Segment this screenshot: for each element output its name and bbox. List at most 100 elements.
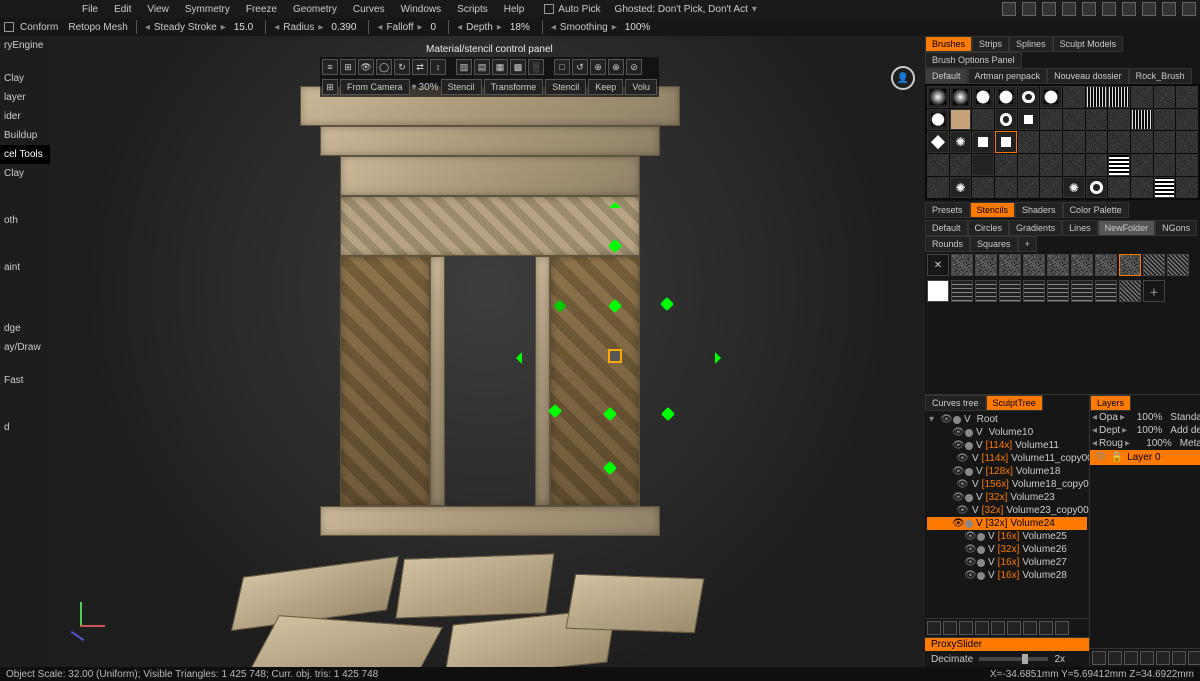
- vp-icon[interactable]: ▩: [510, 59, 526, 75]
- stencil-button[interactable]: Stencil: [441, 79, 482, 95]
- tool-item[interactable]: [0, 291, 50, 305]
- tree-tool-icon[interactable]: [1055, 621, 1069, 635]
- tool-item[interactable]: Clay: [0, 69, 50, 88]
- stencil-swatch-selected[interactable]: [1119, 254, 1141, 276]
- topicon-5[interactable]: [1082, 2, 1096, 16]
- tool-item[interactable]: ider: [0, 107, 50, 126]
- vp-icon[interactable]: ░: [528, 59, 544, 75]
- brush-swatch[interactable]: [927, 131, 949, 153]
- autopick-checkbox[interactable]: Auto Pick: [544, 4, 600, 15]
- vp-grid-icon[interactable]: ⊞: [322, 79, 338, 95]
- stencil-swatch[interactable]: [975, 254, 997, 276]
- tree-node[interactable]: ▾👁V Root: [927, 413, 1087, 426]
- brush-swatch[interactable]: [1018, 154, 1040, 176]
- brush-swatch[interactable]: [1131, 86, 1153, 108]
- panel-tab[interactable]: Strips: [972, 36, 1009, 52]
- avatar-icon[interactable]: 👤: [891, 66, 915, 90]
- menu-view[interactable]: View: [139, 2, 177, 17]
- layer-tool-icon[interactable]: [1140, 651, 1154, 665]
- brush-swatch[interactable]: [1108, 177, 1130, 199]
- falloff-value[interactable]: 0: [427, 22, 441, 33]
- lock-icon[interactable]: 🔒: [1111, 452, 1123, 463]
- brush-swatch[interactable]: [995, 109, 1017, 131]
- tool-item[interactable]: oth: [0, 211, 50, 230]
- topicon-9[interactable]: [1162, 2, 1176, 16]
- tool-item[interactable]: Clay: [0, 164, 50, 183]
- pack-tab[interactable]: Rock_Brush: [1129, 68, 1192, 84]
- stencil-swatch[interactable]: [1143, 254, 1165, 276]
- stencil-swatch[interactable]: [1071, 254, 1093, 276]
- volu-button[interactable]: Volu: [625, 79, 657, 95]
- tree-tool-icon[interactable]: [1023, 621, 1037, 635]
- panel-tab[interactable]: Brush Options Panel: [925, 52, 1022, 68]
- tool-item[interactable]: [0, 305, 50, 319]
- layer-tool-icon[interactable]: [1156, 651, 1170, 665]
- topicon-3[interactable]: [1042, 2, 1056, 16]
- radius-prev-icon[interactable]: ◂: [274, 22, 279, 33]
- brush-swatch[interactable]: [1131, 177, 1153, 199]
- brush-swatch[interactable]: [972, 154, 994, 176]
- stencil-clear-button[interactable]: ✕: [927, 254, 949, 276]
- brush-swatch[interactable]: [1176, 154, 1198, 176]
- vp-icon[interactable]: ↻: [394, 59, 410, 75]
- stencil-category-tab[interactable]: Rounds: [925, 236, 970, 252]
- brush-swatch[interactable]: [1131, 109, 1153, 131]
- vp-icon[interactable]: ↺: [572, 59, 588, 75]
- brush-swatch[interactable]: [1108, 86, 1130, 108]
- stencil-swatch[interactable]: [927, 280, 949, 302]
- eye-icon[interactable]: 👁: [1094, 452, 1107, 463]
- gizmo-arrow-up[interactable]: [609, 196, 621, 208]
- brush-swatch[interactable]: [927, 109, 949, 131]
- brush-swatch[interactable]: [950, 131, 972, 153]
- tool-item[interactable]: [0, 404, 50, 418]
- vp-icon[interactable]: □: [554, 59, 570, 75]
- menu-edit[interactable]: Edit: [106, 2, 139, 17]
- stencil-swatch[interactable]: [951, 280, 973, 302]
- stencil-swatch[interactable]: [951, 254, 973, 276]
- tool-item[interactable]: Fast: [0, 371, 50, 390]
- menu-scripts[interactable]: Scripts: [449, 2, 496, 17]
- brush-swatch[interactable]: [1018, 131, 1040, 153]
- vp-icon[interactable]: ◯: [376, 59, 392, 75]
- tool-item[interactable]: [0, 277, 50, 291]
- smoothing-prev-icon[interactable]: ◂: [551, 22, 556, 33]
- keep-button[interactable]: Keep: [588, 79, 623, 95]
- brush-swatch[interactable]: [950, 109, 972, 131]
- topicon-10[interactable]: [1182, 2, 1196, 16]
- stencil-swatch[interactable]: [1095, 280, 1117, 302]
- tree-node[interactable]: 👁V [32x]Volume23: [927, 491, 1087, 504]
- steady-stroke-value[interactable]: 15.0: [230, 22, 257, 33]
- stencil-category-tab[interactable]: NewFolder: [1098, 220, 1156, 236]
- vp-icon[interactable]: ▤: [474, 59, 490, 75]
- meta-label[interactable]: Meta: [1180, 438, 1200, 449]
- tree-node[interactable]: 👁V [32x]Volume24: [927, 517, 1087, 530]
- layer-item[interactable]: 👁 🔒 Layer 0: [1090, 450, 1200, 465]
- brush-swatch[interactable]: [1063, 177, 1085, 199]
- gizmo-arrow-left[interactable]: [510, 352, 522, 364]
- brush-swatch[interactable]: [927, 177, 949, 199]
- brush-swatch[interactable]: [1063, 154, 1085, 176]
- brush-swatch[interactable]: [1086, 131, 1108, 153]
- tool-item[interactable]: [0, 197, 50, 211]
- brush-swatch[interactable]: [972, 131, 994, 153]
- tool-item[interactable]: ryEngine: [0, 36, 50, 55]
- tree-tool-icon[interactable]: [943, 621, 957, 635]
- tree-tool-icon[interactable]: [959, 621, 973, 635]
- brush-swatch[interactable]: [995, 86, 1017, 108]
- brush-swatch[interactable]: [1040, 131, 1062, 153]
- stencil-swatch[interactable]: [1023, 280, 1045, 302]
- preset-tab[interactable]: Presets: [925, 202, 970, 218]
- tool-item[interactable]: d: [0, 418, 50, 437]
- vp-icon[interactable]: ↕: [430, 59, 446, 75]
- panel-tab[interactable]: Brushes: [925, 36, 972, 52]
- topicon-7[interactable]: [1122, 2, 1136, 16]
- layer-tool-icon[interactable]: [1124, 651, 1138, 665]
- stencil-swatch[interactable]: [1071, 280, 1093, 302]
- menu-help[interactable]: Help: [496, 2, 533, 17]
- tool-item[interactable]: Buildup: [0, 126, 50, 145]
- from-camera-button[interactable]: From Camera: [340, 79, 410, 95]
- vp-icon[interactable]: ⊘: [626, 59, 642, 75]
- brush-swatch[interactable]: [1176, 131, 1198, 153]
- falloff-prev-icon[interactable]: ◂: [377, 22, 382, 33]
- tool-item[interactable]: layer: [0, 88, 50, 107]
